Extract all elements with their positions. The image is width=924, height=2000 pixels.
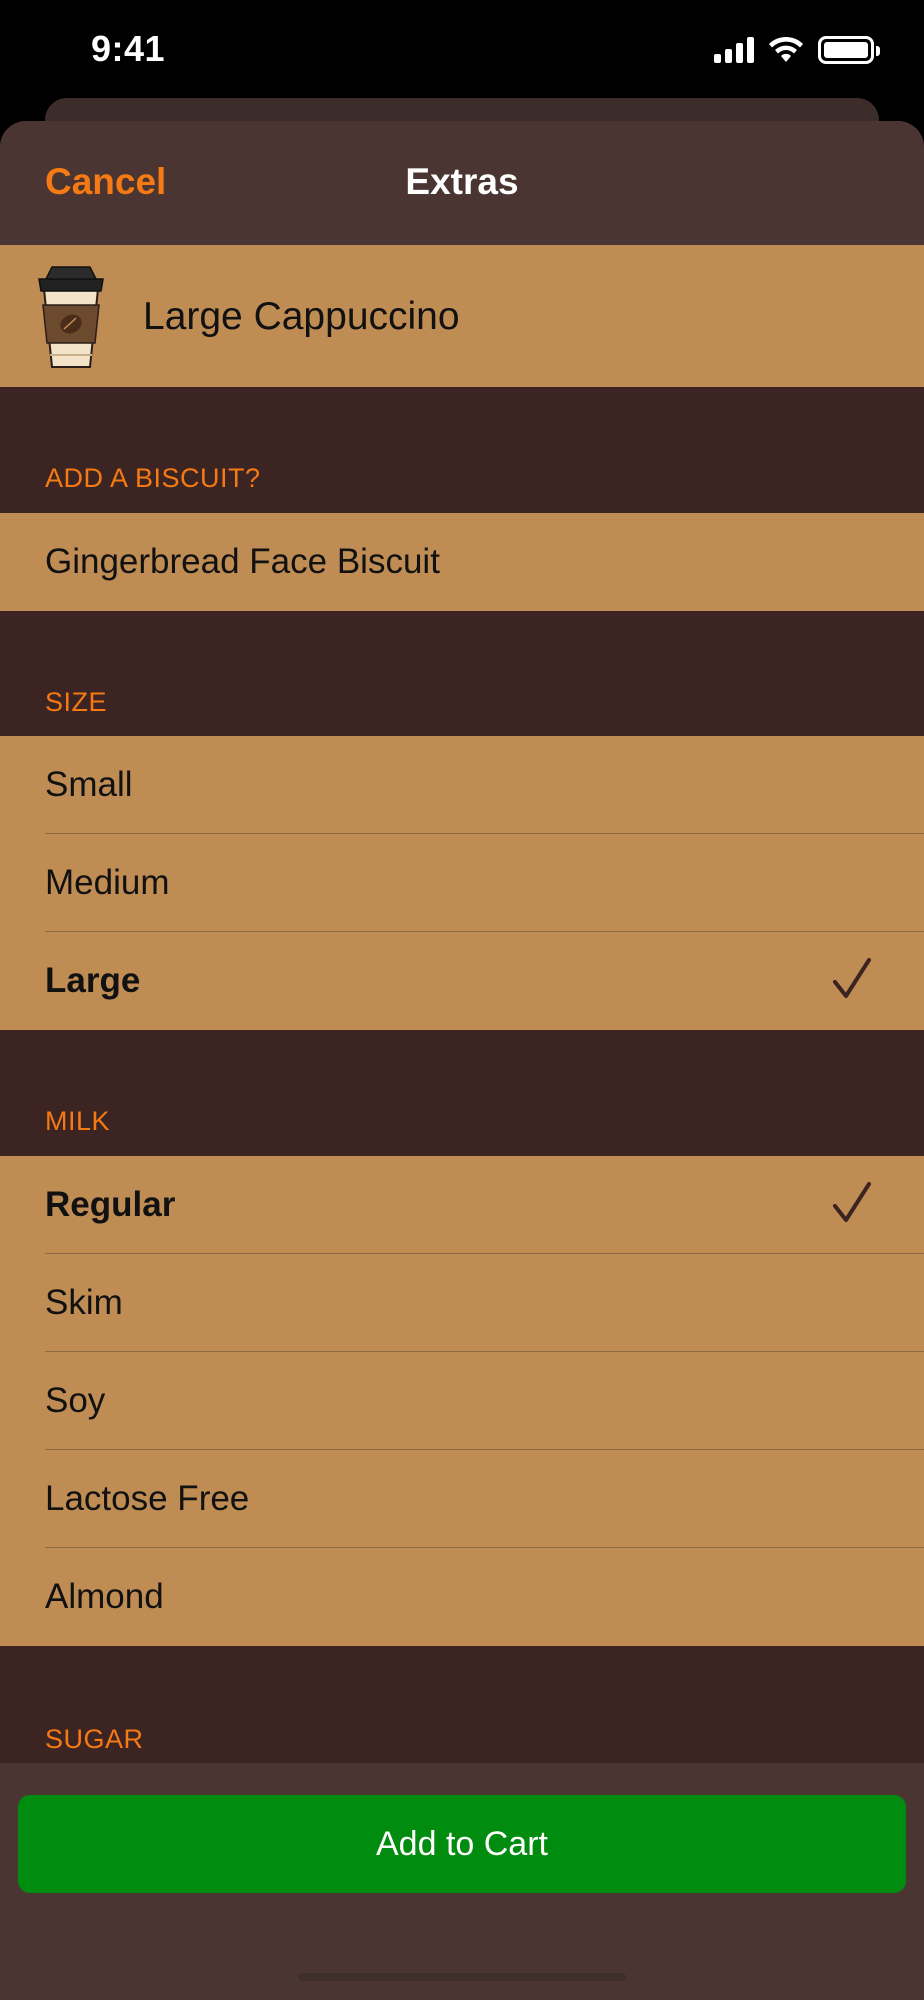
cellular-signal-icon [714,37,754,63]
bottom-bar: Add to Cart [0,1763,924,2000]
status-bar: 9:41 [0,0,924,100]
option-milk-skim[interactable]: Skim [0,1254,924,1352]
option-size-large[interactable]: Large [0,932,924,1030]
product-name: Large Cappuccino [143,295,460,338]
biscuit-group: Gingerbread Face Biscuit [0,513,924,611]
option-milk-almond[interactable]: Almond [0,1548,924,1646]
extras-sheet: Cancel Extras Large Cappuccino ADD A BIS… [0,121,924,2000]
milk-group: Regular Skim Soy Lactose Free Almond [0,1156,924,1646]
option-label: Regular [45,1185,176,1224]
option-size-small[interactable]: Small [0,736,924,834]
navigation-bar: Cancel Extras [0,121,924,245]
add-to-cart-button[interactable]: Add to Cart [18,1795,906,1893]
add-to-cart-label: Add to Cart [376,1825,548,1863]
option-milk-lactose-free[interactable]: Lactose Free [0,1450,924,1548]
option-gingerbread-face-biscuit[interactable]: Gingerbread Face Biscuit [0,513,924,611]
home-indicator [298,1973,626,1981]
option-size-medium[interactable]: Medium [0,834,924,932]
checkmark-icon [833,1182,871,1222]
section-header-size: SIZE [45,687,108,717]
page-title: Extras [405,161,519,202]
section-header-milk: MILK [45,1106,111,1136]
coffee-cup-icon [38,266,104,368]
section-header-sugar: SUGAR [45,1724,144,1754]
status-time: 9:41 [91,28,166,69]
option-label: Almond [45,1577,164,1616]
option-label: Small [45,765,133,804]
option-label: Large [45,961,141,1000]
option-label: Skim [45,1283,123,1322]
option-label: Medium [45,863,170,902]
option-milk-soy[interactable]: Soy [0,1352,924,1450]
battery-icon [818,36,880,64]
option-label: Soy [45,1381,106,1420]
size-group: Small Medium Large [0,736,924,1030]
product-row: Large Cappuccino [0,245,924,387]
option-milk-regular[interactable]: Regular [0,1156,924,1254]
checkmark-icon [833,958,871,998]
option-label: Lactose Free [45,1479,250,1518]
status-icons [714,36,880,64]
wifi-icon [769,36,803,62]
section-header-biscuit: ADD A BISCUIT? [45,463,261,493]
option-label: Gingerbread Face Biscuit [45,542,440,581]
